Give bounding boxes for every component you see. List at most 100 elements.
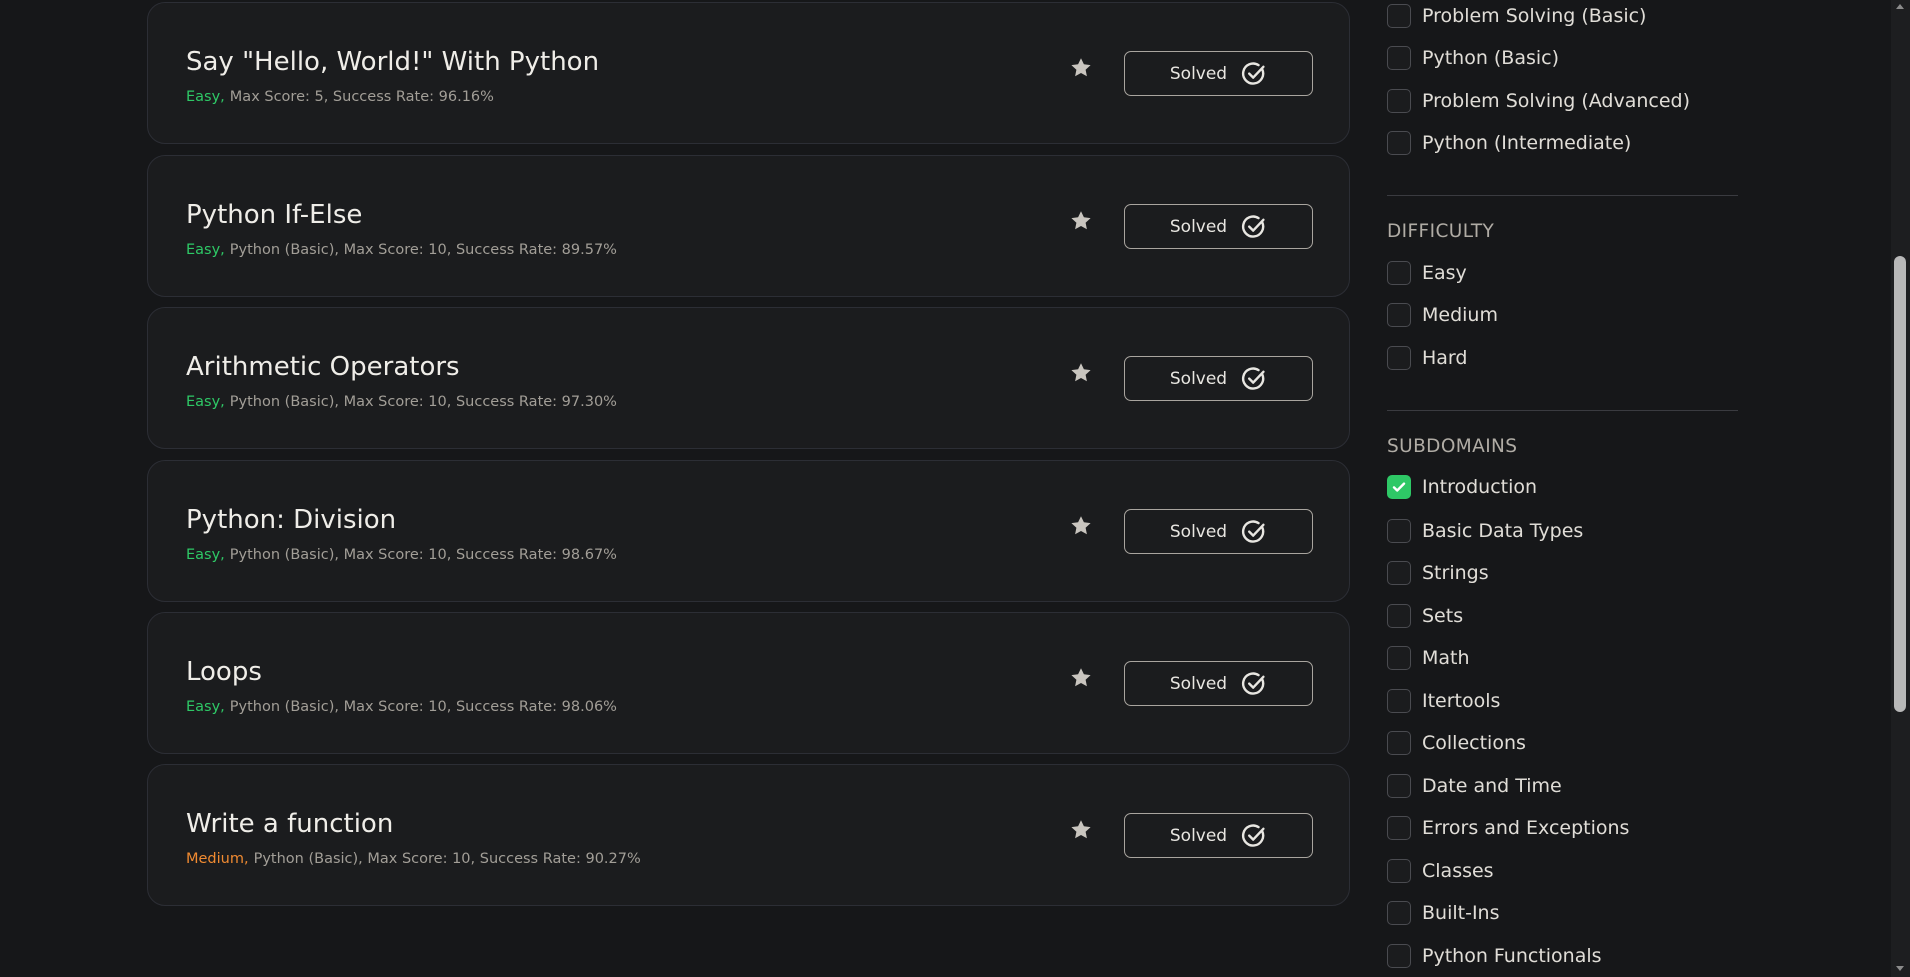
challenge-info: Python (Basic), Max Score: 10, Success R… (253, 851, 641, 867)
check-icon (1392, 482, 1406, 492)
scroll-down-arrow-icon[interactable] (1896, 966, 1904, 971)
difficulty-label: Easy, (186, 89, 225, 105)
solved-button[interactable]: Solved (1124, 51, 1313, 96)
filter-option-label: Problem Solving (Advanced) (1422, 90, 1691, 112)
challenge-card[interactable]: Write a function Medium, Python (Basic), … (147, 764, 1350, 906)
scrollbar-thumb[interactable] (1894, 256, 1906, 712)
check-circle-icon (1242, 214, 1265, 238)
filter-subdomain-built-ins[interactable]: Built-Ins (1387, 900, 1499, 926)
star-icon[interactable] (1069, 818, 1093, 842)
checkbox[interactable] (1387, 646, 1411, 670)
filter-subdomain-classes[interactable]: Classes (1387, 858, 1494, 884)
filter-option-label: Strings (1422, 562, 1489, 584)
solved-button[interactable]: Solved (1124, 356, 1313, 401)
filter-option-label: Itertools (1422, 690, 1501, 712)
checkbox[interactable] (1387, 131, 1411, 155)
checkbox[interactable] (1387, 604, 1411, 628)
filter-difficulty-hard[interactable]: Hard (1387, 345, 1467, 371)
filter-subdomain-date-and-time[interactable]: Date and Time (1387, 773, 1562, 799)
scroll-up-arrow-icon[interactable] (1896, 4, 1904, 9)
filter-subdomain-basic-data-types[interactable]: Basic Data Types (1387, 518, 1583, 544)
challenge-title[interactable]: Write a function (186, 809, 393, 839)
challenge-card[interactable]: Python If-Else Easy, Python (Basic), Max … (147, 155, 1350, 297)
star-icon[interactable] (1069, 514, 1093, 538)
filter-subdomain-strings[interactable]: Strings (1387, 560, 1489, 586)
filter-subdomain-sets[interactable]: Sets (1387, 603, 1463, 629)
filter-subdomain-itertools[interactable]: Itertools (1387, 688, 1500, 714)
checkbox[interactable] (1387, 901, 1411, 925)
star-icon[interactable] (1069, 361, 1093, 385)
challenge-title[interactable]: Python: Division (186, 505, 396, 535)
solved-button[interactable]: Solved (1124, 509, 1313, 554)
star-icon[interactable] (1069, 56, 1093, 80)
challenge-meta: Easy, Max Score: 5, Success Rate: 96.16% (186, 89, 494, 105)
filter-option-label: Date and Time (1422, 775, 1562, 797)
filter-option-label: Sets (1422, 605, 1464, 627)
solved-label: Solved (1169, 368, 1228, 389)
challenge-info: Max Score: 5, Success Rate: 96.16% (229, 89, 494, 105)
subdomains-section-title: SUBDOMAINS (1387, 436, 1518, 457)
filter-option-label: Built-Ins (1422, 902, 1500, 924)
filter-subdomain-errors-and-exceptions[interactable]: Errors and Exceptions (1387, 815, 1629, 841)
filter-divider (1387, 195, 1738, 196)
page-scrollbar[interactable] (1891, 0, 1910, 977)
solved-button[interactable]: Solved (1124, 813, 1313, 858)
check-circle-icon (1242, 519, 1265, 543)
checkbox[interactable] (1387, 561, 1411, 585)
filter-subdomain-math[interactable]: Math (1387, 645, 1470, 671)
filter-skill-python-intermediate[interactable]: Python (Intermediate) (1387, 130, 1631, 156)
checkbox[interactable] (1387, 89, 1411, 113)
checkbox[interactable] (1387, 303, 1411, 327)
challenge-card[interactable]: Arithmetic Operators Easy, Python (Basic)… (147, 307, 1350, 449)
difficulty-label: Easy, (186, 242, 225, 258)
solved-label: Solved (1169, 825, 1228, 846)
checkbox[interactable] (1387, 944, 1411, 968)
checkbox[interactable] (1387, 261, 1411, 285)
checkbox[interactable] (1387, 689, 1411, 713)
difficulty-label: Easy, (186, 547, 225, 563)
filter-option-label: Classes (1422, 860, 1494, 882)
check-circle-icon (1242, 366, 1265, 390)
filter-skill-problem-solving-basic[interactable]: Problem Solving (Basic) (1387, 3, 1646, 29)
challenge-title[interactable]: Loops (186, 657, 262, 687)
challenge-title[interactable]: Python If-Else (186, 200, 362, 230)
checkbox[interactable] (1387, 46, 1411, 70)
checkbox[interactable] (1387, 4, 1411, 28)
challenge-info: Python (Basic), Max Score: 10, Success R… (229, 394, 617, 410)
challenge-title[interactable]: Arithmetic Operators (186, 352, 460, 382)
challenge-title[interactable]: Say "Hello, World!" With Python (186, 47, 599, 77)
check-circle-icon (1242, 61, 1265, 85)
challenge-card[interactable]: Loops Easy, Python (Basic), Max Score: 10… (147, 612, 1350, 754)
filter-option-label: Easy (1422, 262, 1467, 284)
challenge-card[interactable]: Python: Division Easy, Python (Basic), Ma… (147, 460, 1350, 602)
solved-label: Solved (1169, 216, 1228, 237)
filter-skill-problem-solving-advanced[interactable]: Problem Solving (Advanced) (1387, 88, 1690, 114)
checkbox-checked[interactable] (1387, 475, 1411, 499)
checkbox[interactable] (1387, 519, 1411, 543)
filter-difficulty-easy[interactable]: Easy (1387, 260, 1467, 286)
filter-skill-python-basic[interactable]: Python (Basic) (1387, 45, 1559, 71)
checkbox[interactable] (1387, 731, 1411, 755)
filter-difficulty-medium[interactable]: Medium (1387, 302, 1498, 328)
filter-subdomain-introduction[interactable]: Introduction (1387, 474, 1537, 500)
check-circle-icon (1242, 671, 1265, 695)
check-circle-icon (1242, 823, 1265, 847)
checkbox[interactable] (1387, 774, 1411, 798)
star-icon[interactable] (1069, 209, 1093, 233)
checkbox[interactable] (1387, 816, 1411, 840)
filter-option-label: Python (Intermediate) (1422, 132, 1632, 154)
challenge-info: Python (Basic), Max Score: 10, Success R… (229, 242, 617, 258)
filter-divider (1387, 410, 1738, 411)
filter-subdomain-python-functionals[interactable]: Python Functionals (1387, 943, 1602, 969)
filter-subdomain-collections[interactable]: Collections (1387, 730, 1526, 756)
checkbox[interactable] (1387, 859, 1411, 883)
filter-option-label: Hard (1422, 347, 1468, 369)
solved-button[interactable]: Solved (1124, 204, 1313, 249)
challenge-info: Python (Basic), Max Score: 10, Success R… (229, 547, 617, 563)
checkbox[interactable] (1387, 346, 1411, 370)
star-icon[interactable] (1069, 666, 1093, 690)
filter-option-label: Problem Solving (Basic) (1422, 5, 1647, 27)
solved-button[interactable]: Solved (1124, 661, 1313, 706)
filter-option-label: Basic Data Types (1422, 520, 1584, 542)
challenge-card[interactable]: Say "Hello, World!" With Python Easy, Max… (147, 2, 1350, 144)
